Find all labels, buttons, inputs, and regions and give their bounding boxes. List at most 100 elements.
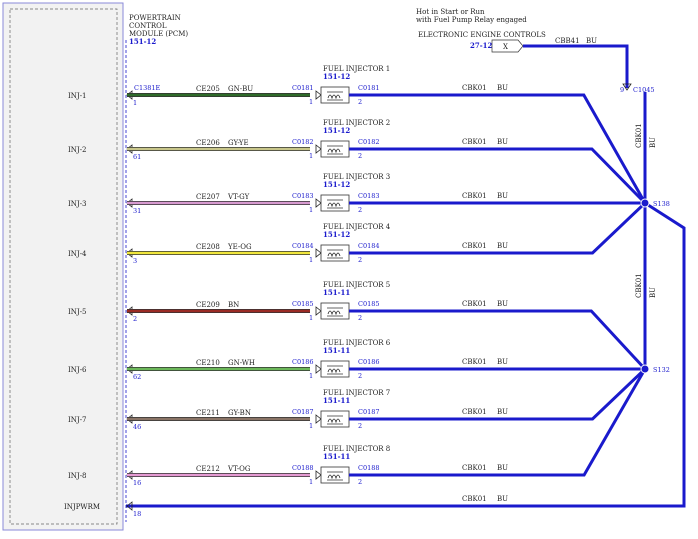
signal-wire-color-4: YE-OG: [227, 243, 252, 251]
pcm-pin-label-3: INJ-3: [68, 200, 87, 208]
signal-wire-id-7: CE211: [196, 409, 220, 417]
bus-middle-wire: CBK01: [635, 273, 643, 298]
injector-ref-2: 151-12: [323, 126, 350, 135]
power-wire-color: BU: [586, 37, 597, 45]
injector-ref-3: 151-12: [323, 180, 350, 189]
wiring-diagram: POWERTRAIN CONTROL MODULE (PCM) 151-12 C…: [2, 2, 686, 531]
pcm-connector: C1381E: [134, 84, 161, 92]
feed-wire-color-8: BU: [497, 464, 508, 472]
injector-conn-in-8: C0188: [292, 464, 314, 472]
source-ref: 27-12: [470, 41, 493, 50]
signal-wire-color-5: BN: [228, 301, 239, 309]
pcm-pin-label-4: INJ-4: [68, 250, 87, 258]
injector-pin-out-3: 2: [358, 206, 362, 214]
signal-wire-id-1: CE205: [196, 85, 220, 93]
injector-arrow-in-1: [315, 90, 322, 100]
injector-body-7: [320, 410, 350, 428]
splice-s138: [640, 198, 650, 208]
injector-conn-in-4: C0184: [292, 242, 314, 250]
feed-wire-id-1: CBK01: [462, 84, 487, 92]
injector-conn-out-6: C0186: [358, 358, 380, 366]
injector-body-3: [320, 194, 350, 212]
injector-pin-in-1: 1: [309, 98, 313, 106]
signal-wire-id-2: CE206: [196, 139, 220, 147]
pcm-pin-label-5: INJ-5: [68, 308, 87, 316]
signal-wire-color-1: GN-BU: [228, 85, 253, 93]
injector-conn-out-1: C0181: [358, 84, 380, 92]
signal-wire-color-8: VT-OG: [227, 465, 251, 473]
injector-conn-in-2: C0182: [292, 138, 314, 146]
injpwrm-pin: 18: [133, 510, 141, 518]
source-pin: X: [503, 43, 508, 51]
injector-pin-in-8: 1: [309, 478, 313, 486]
pcm-pin-number-5: 2: [133, 315, 137, 323]
source-label: ELECTRONIC ENGINE CONTROLS: [418, 31, 546, 39]
injector-conn-out-2: C0182: [358, 138, 380, 146]
feed-wire-color-7: BU: [497, 408, 508, 416]
feed-wire-color-5: BU: [497, 300, 508, 308]
injector-conn-out-3: C0183: [358, 192, 380, 200]
injector-pin-out-7: 2: [358, 422, 362, 430]
signal-wire-color-3: VT-GY: [227, 193, 250, 201]
pcm-pin-number-8: 16: [133, 479, 141, 487]
pcm-pin-number-4: 3: [133, 257, 137, 265]
injector-conn-in-3: C0183: [292, 192, 314, 200]
bus-middle-color: BU: [649, 287, 657, 298]
injector-pin-in-2: 1: [309, 152, 313, 160]
pcm-pin-number-7: 46: [133, 423, 141, 431]
injector-pin-in-5: 1: [309, 314, 313, 322]
injector-ref-7: 151-11: [323, 396, 350, 405]
injector-body-1: [320, 86, 350, 104]
pcm-title-2: CONTROL: [129, 22, 167, 30]
feed-wire-id-3: CBK01: [462, 192, 487, 200]
injpwrm-color: BU: [497, 495, 508, 503]
injector-conn-in-5: C0185: [292, 300, 314, 308]
injector-conn-out-8: C0188: [358, 464, 380, 472]
signal-wire-color-7: GY-BN: [228, 409, 251, 417]
splice-s132-label: S132: [653, 366, 670, 374]
power-wire: [523, 44, 629, 88]
injector-conn-in-7: C0187: [292, 408, 314, 416]
injector-arrow-in-5: [315, 306, 322, 316]
feed-wire-8: [349, 368, 647, 477]
injector-body-5: [320, 302, 350, 320]
signal-wire-id-8: CE212: [196, 465, 220, 473]
power-wire-label: CBB41: [555, 37, 580, 45]
signal-wire-color-6: GN-WH: [228, 359, 255, 367]
feed-wire-color-2: BU: [497, 138, 508, 146]
injector-body-4: [320, 244, 350, 262]
injector-pin-in-4: 1: [309, 256, 313, 264]
injector-ref-6: 151-11: [323, 346, 350, 355]
injector-conn-out-7: C0187: [358, 408, 380, 416]
injector-conn-out-5: C0185: [358, 300, 380, 308]
bus-upper-color: BU: [649, 137, 657, 148]
injector-conn-in-1: C0181: [292, 84, 314, 92]
injector-pin-out-5: 2: [358, 314, 362, 322]
signal-wire-id-5: CE209: [196, 301, 220, 309]
injector-pin-in-3: 1: [309, 206, 313, 214]
injpwrm-label: INJPWRM: [64, 503, 100, 511]
power-note-1: Hot in Start or Run: [416, 8, 485, 16]
injector-conn-out-4: C0184: [358, 242, 380, 250]
pcm-title-1: POWERTRAIN: [129, 14, 181, 22]
injector-pin-in-7: 1: [309, 422, 313, 430]
injector-pin-out-2: 2: [358, 152, 362, 160]
pcm-pin-number-1: 1: [133, 99, 137, 107]
injector-arrow-in-8: [315, 470, 322, 480]
pcm-pin-label-7: INJ-7: [68, 416, 87, 424]
feed-wire-id-6: CBK01: [462, 358, 487, 366]
injector-body-8: [320, 466, 350, 484]
bus-upper-wire: CBK01: [635, 123, 643, 148]
pcm-pin-label-6: INJ-6: [68, 366, 87, 374]
feed-wire-id-4: CBK01: [462, 242, 487, 250]
injector-pin-in-6: 1: [309, 372, 313, 380]
injector-body-6: [320, 360, 350, 378]
pcm-ref: 151-12: [129, 37, 156, 46]
injector-arrow-in-2: [315, 144, 322, 154]
injector-pin-out-1: 2: [358, 98, 362, 106]
injector-pin-out-8: 2: [358, 478, 362, 486]
pcm-module-box: [2, 2, 124, 531]
injector-pin-out-6: 2: [358, 372, 362, 380]
injector-ref-5: 151-11: [323, 288, 350, 297]
feed-wire-id-2: CBK01: [462, 138, 487, 146]
